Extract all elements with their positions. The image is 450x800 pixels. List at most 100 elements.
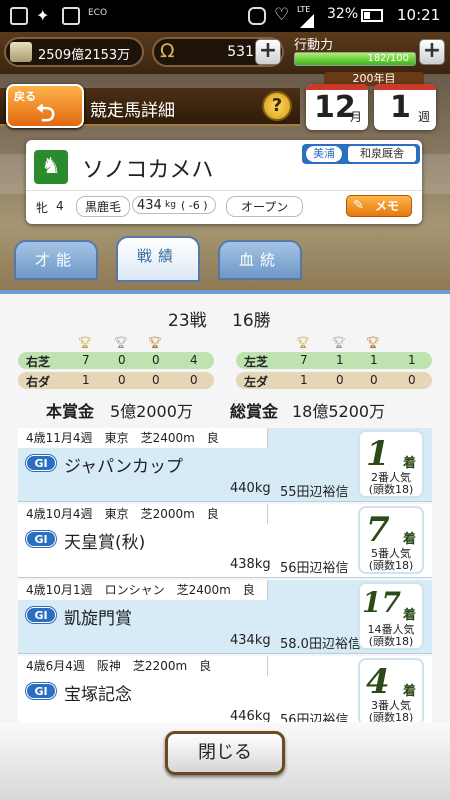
stat-row: 左芝 7 1 1 1 <box>236 352 432 369</box>
race-course: ロンシャン 芝2400m 良 <box>104 583 255 597</box>
race-jockey: 56田辺裕信 <box>280 561 349 576</box>
stat-count: 1 <box>370 353 378 367</box>
total-prize-label: 総賞金 <box>230 402 279 421</box>
stat-count: 7 <box>82 353 90 367</box>
summary-wins: 16勝 <box>232 311 271 331</box>
stat-row-label: 左ダ <box>244 375 269 389</box>
stat-row: 左ダ 1 0 0 0 <box>236 372 432 389</box>
race-date-course: 4歳10月4週 東京 芝2000m 良 <box>18 504 268 524</box>
add-action-button[interactable]: + <box>419 39 445 65</box>
clock: 10:21 <box>397 6 441 24</box>
stable-tag: 美浦 和泉厩舎 <box>302 144 420 164</box>
horse-weight-box: 434 kg ( -6 ) <box>132 196 216 214</box>
gamepad-icon <box>248 7 266 25</box>
horse-class: オープン <box>226 196 304 217</box>
stat-count: 0 <box>118 353 126 367</box>
race-date-course: 4歳6月4週 阪神 芝2200m 良 <box>18 656 268 676</box>
month-unit: 月 <box>350 110 363 124</box>
race-result: 17 着 14番人気 (頭数18) <box>358 582 424 650</box>
money-pill: 2509億2153万 <box>4 37 144 67</box>
race-place: 7 <box>366 510 390 550</box>
race-result: 1 着 2番人気 (頭数18) <box>358 430 424 498</box>
stat-count: 4 <box>190 353 198 367</box>
memo-icon: ✎ <box>353 198 364 213</box>
race-heads: (頭数18) <box>368 559 414 572</box>
resource-bar: 2509億2153万 Ω 531 + 行動力 182/100 + <box>0 32 450 74</box>
stat-count: 0 <box>370 373 378 387</box>
stat-count: 0 <box>152 373 160 387</box>
race-row[interactable]: 4歳6月4週 阪神 芝2200m 良 GI 宝塚記念 446kg 56田辺裕信 4 着 3番人… <box>18 656 432 728</box>
horse-card: ♞ ソノコカメハ 美浦 和泉厩舎 牝 4 黒鹿毛 434 kg ( -6 ) オ… <box>26 140 422 224</box>
week-value: 1 <box>390 90 411 125</box>
summary-races: 23戦 <box>168 311 207 331</box>
race-place: 4 <box>366 662 390 702</box>
tab-record[interactable]: 戦績 <box>116 236 200 282</box>
total-prize-value: 18億5200万 <box>292 402 386 421</box>
phone-icon <box>62 7 80 25</box>
race-course: 東京 芝2400m 良 <box>104 431 219 445</box>
twitter-icon: ✦ <box>36 6 50 25</box>
tab-talent-label: 才能 <box>34 251 77 269</box>
action-label: 行動力 <box>294 38 334 53</box>
stat-count: 1 <box>408 353 416 367</box>
add-horseshoe-button[interactable]: + <box>255 39 281 65</box>
stat-count: 0 <box>118 373 126 387</box>
week-card: 1 週 <box>374 84 436 130</box>
horseshoe-icon: Ω <box>160 40 175 62</box>
race-name: ジャパンカップ <box>64 457 183 477</box>
race-name: 天皇賞(秋) <box>64 533 146 553</box>
race-when: 4歳6月4週 <box>26 659 85 673</box>
race-when: 4歳11月4週 <box>26 431 93 445</box>
help-button[interactable]: ? <box>262 91 292 121</box>
memo-button[interactable]: ✎ メモ <box>346 195 412 217</box>
stat-row: 右芝 7 0 0 4 <box>18 352 214 369</box>
horseshoe-value: 531 <box>227 44 254 60</box>
race-popularity: 14番人気 (頭数18) <box>360 624 422 648</box>
stat-count: 1 <box>82 373 90 387</box>
silver-trophy-icon: 🏆︎ <box>332 336 346 349</box>
race-grade-badge: GI <box>26 531 56 547</box>
gold-trophy-icon: 🏆︎ <box>296 336 310 349</box>
horse-weight-change: ( -6 ) <box>181 199 208 212</box>
race-when: 4歳10月1週 <box>26 583 93 597</box>
page-title: 競走馬詳細 <box>90 101 175 121</box>
race-place: 1 <box>366 434 390 474</box>
race-row[interactable]: 4歳11月4週 東京 芝2400m 良 GI ジャパンカップ 440kg 55田辺裕信 1… <box>18 428 432 502</box>
stat-count: 0 <box>408 373 416 387</box>
back-button[interactable]: 戻る ⮌ <box>6 84 84 128</box>
stable-name: 和泉厩舎 <box>348 146 416 162</box>
silver-trophy-icon: 🏆︎ <box>114 336 128 349</box>
stat-row-label: 左芝 <box>244 355 269 369</box>
date-box: 200年目 12 月 1 週 <box>300 72 440 130</box>
close-button[interactable]: 閉じる <box>165 731 285 775</box>
bronze-trophy-icon: 🏆︎ <box>148 336 162 349</box>
stat-count: 1 <box>336 353 344 367</box>
battery-icon <box>361 9 383 22</box>
race-heads: (頭数18) <box>368 635 414 648</box>
race-grade-badge: GI <box>26 683 56 699</box>
race-row[interactable]: 4歳10月4週 東京 芝2000m 良 GI 天皇賞(秋) 438kg 56田辺裕信 7 着… <box>18 504 432 578</box>
race-grade-badge: GI <box>26 455 56 471</box>
race-popularity: 5番人気 (頭数18) <box>360 548 422 572</box>
horse-age: 4 <box>56 199 64 213</box>
eco-icon: ECO <box>88 8 108 18</box>
race-place: 17 <box>362 586 401 619</box>
race-name: 凱旋門賞 <box>64 609 132 629</box>
race-row[interactable]: 4歳10月1週 ロンシャン 芝2400m 良 GI 凱旋門賞 434kg 58.0田辺裕… <box>18 580 432 654</box>
tab-pedigree-label: 血統 <box>238 251 281 269</box>
back-arrow-icon: ⮌ <box>36 99 56 127</box>
stat-count: 1 <box>300 373 308 387</box>
horse-icon: ♞ <box>34 150 68 184</box>
horse-weight: 434 <box>137 198 162 213</box>
back-label: 戻る <box>14 90 36 103</box>
tab-talent[interactable]: 才能 <box>14 240 98 280</box>
race-place-unit: 着 <box>402 532 416 547</box>
race-weight: 434kg <box>230 633 271 648</box>
race-jockey: 58.0田辺裕信 <box>280 637 361 652</box>
race-list[interactable]: 4歳11月4週 東京 芝2400m 良 GI ジャパンカップ 440kg 55田辺裕信 1… <box>0 428 450 728</box>
stat-count: 0 <box>190 373 198 387</box>
action-value: 182/100 <box>367 53 409 64</box>
main-prize-value: 5億2000万 <box>110 402 193 421</box>
main-prize-label: 本賞金 <box>46 402 95 421</box>
tab-pedigree[interactable]: 血統 <box>218 240 302 280</box>
